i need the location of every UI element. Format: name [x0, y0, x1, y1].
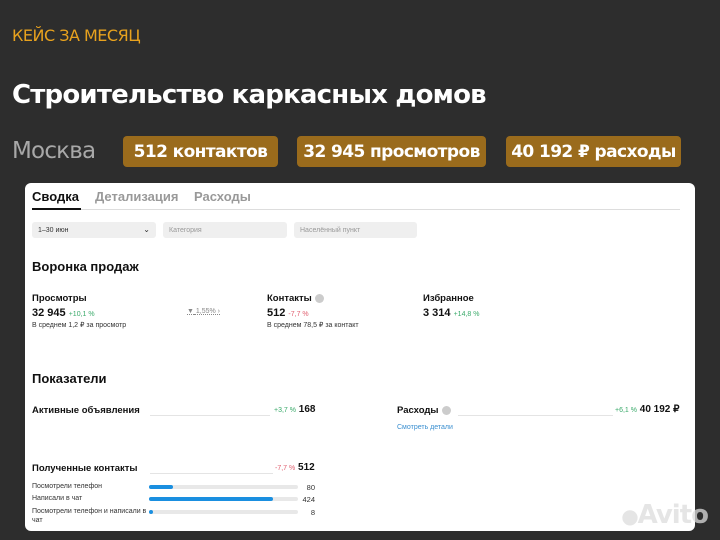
contacts-metric: 512 -7,7 %	[267, 307, 309, 319]
contacts-change: -7,7 %	[288, 311, 309, 318]
tab-divider	[32, 209, 680, 210]
period-value: 1–30 июн	[38, 227, 69, 234]
views-sub: В среднем 1,2 ₽ за просмотр	[32, 322, 127, 329]
contact-row-bar-fill	[149, 510, 153, 514]
favorites-label: Избранное	[423, 293, 474, 304]
filter-icon: ▼	[187, 308, 194, 315]
see-details-link[interactable]: Смотреть детали	[397, 424, 453, 431]
chevron-down-icon: ⌄	[143, 225, 150, 234]
contact-row-value: 424	[302, 495, 315, 504]
received-contacts-label: Полученные контакты	[32, 463, 138, 474]
contact-row-label: Написали в чат	[32, 495, 83, 502]
views-change: +10,1 %	[68, 311, 95, 318]
contact-row-bar	[149, 485, 298, 489]
contact-row-bar-fill	[149, 485, 173, 489]
expenses-value: 40 192 ₽	[639, 404, 680, 415]
page-title: Строительство каркасных домов	[12, 80, 487, 110]
period-select[interactable]: 1–30 июн ⌄	[32, 222, 156, 238]
expenses-metric: +6,1 % 40 192 ₽	[615, 404, 680, 415]
expenses-label-text: Расходы	[397, 405, 439, 416]
active-tab-indicator	[32, 208, 81, 210]
received-contacts-value: 512	[298, 462, 315, 473]
city-select[interactable]: Населённый пункт	[294, 222, 417, 238]
contact-row-label: Посмотрели телефон	[32, 483, 102, 490]
favorites-value: 3 314	[423, 307, 451, 319]
avito-logo: ●Avito	[621, 500, 709, 530]
category-select[interactable]: Категория	[163, 222, 287, 238]
active-ads-metric: +3,7 % 168	[274, 404, 315, 415]
stats-panel: Сводка Детализация Расходы 1–30 июн ⌄ Кат…	[25, 183, 695, 531]
received-contacts-metric: -7,7 % 512	[275, 462, 315, 473]
contacts-label-text: Контакты	[267, 293, 312, 304]
contacts-label: Контакты	[267, 293, 324, 304]
contact-row-bar	[149, 497, 298, 501]
city-label: Москва	[12, 138, 96, 164]
leader-line	[150, 473, 273, 474]
expenses-badge: 40 192 ₽ расходы	[506, 136, 681, 167]
favorites-change: +14,8 %	[453, 311, 480, 318]
active-ads-value: 168	[298, 404, 316, 415]
contact-row-value: 80	[306, 483, 315, 492]
leader-line	[150, 415, 270, 416]
leader-line	[458, 415, 613, 416]
tab-summary[interactable]: Сводка	[32, 189, 79, 204]
views-label: Просмотры	[32, 293, 87, 304]
expenses-change: +6,1 %	[615, 407, 637, 414]
contacts-badge: 512 контактов	[123, 136, 278, 167]
contact-row-label: Посмотрели телефон и написали в чат	[32, 508, 147, 524]
views-value: 32 945	[32, 307, 66, 319]
kicker: КЕЙС ЗА МЕСЯЦ	[12, 26, 141, 45]
tab-details[interactable]: Детализация	[95, 189, 178, 204]
views-badge: 32 945 просмотров	[297, 136, 486, 167]
conversion-value: 1,55% ›	[195, 308, 221, 315]
received-contacts-change: -7,7 %	[275, 465, 296, 472]
tab-expenses[interactable]: Расходы	[194, 189, 251, 204]
contacts-sub: В среднем 78,5 ₽ за контакт	[267, 322, 359, 329]
help-icon[interactable]	[314, 293, 324, 303]
help-icon[interactable]	[441, 405, 451, 415]
contact-row-bar	[149, 510, 298, 514]
contacts-value: 512	[267, 307, 286, 319]
contact-row-value: 8	[310, 508, 315, 517]
conversion-link[interactable]: ▼ 1,55% ›	[187, 308, 220, 315]
funnel-title: Воронка продаж	[32, 259, 139, 274]
active-ads-label: Активные объявления	[32, 405, 140, 416]
expenses-label: Расходы	[397, 405, 451, 416]
favorites-metric: 3 314 +14,8 %	[423, 307, 479, 319]
views-metric: 32 945 +10,1 %	[32, 307, 95, 319]
active-ads-change: +3,7 %	[274, 407, 296, 414]
contact-row-bar-fill	[149, 497, 273, 501]
indicators-title: Показатели	[32, 371, 107, 386]
